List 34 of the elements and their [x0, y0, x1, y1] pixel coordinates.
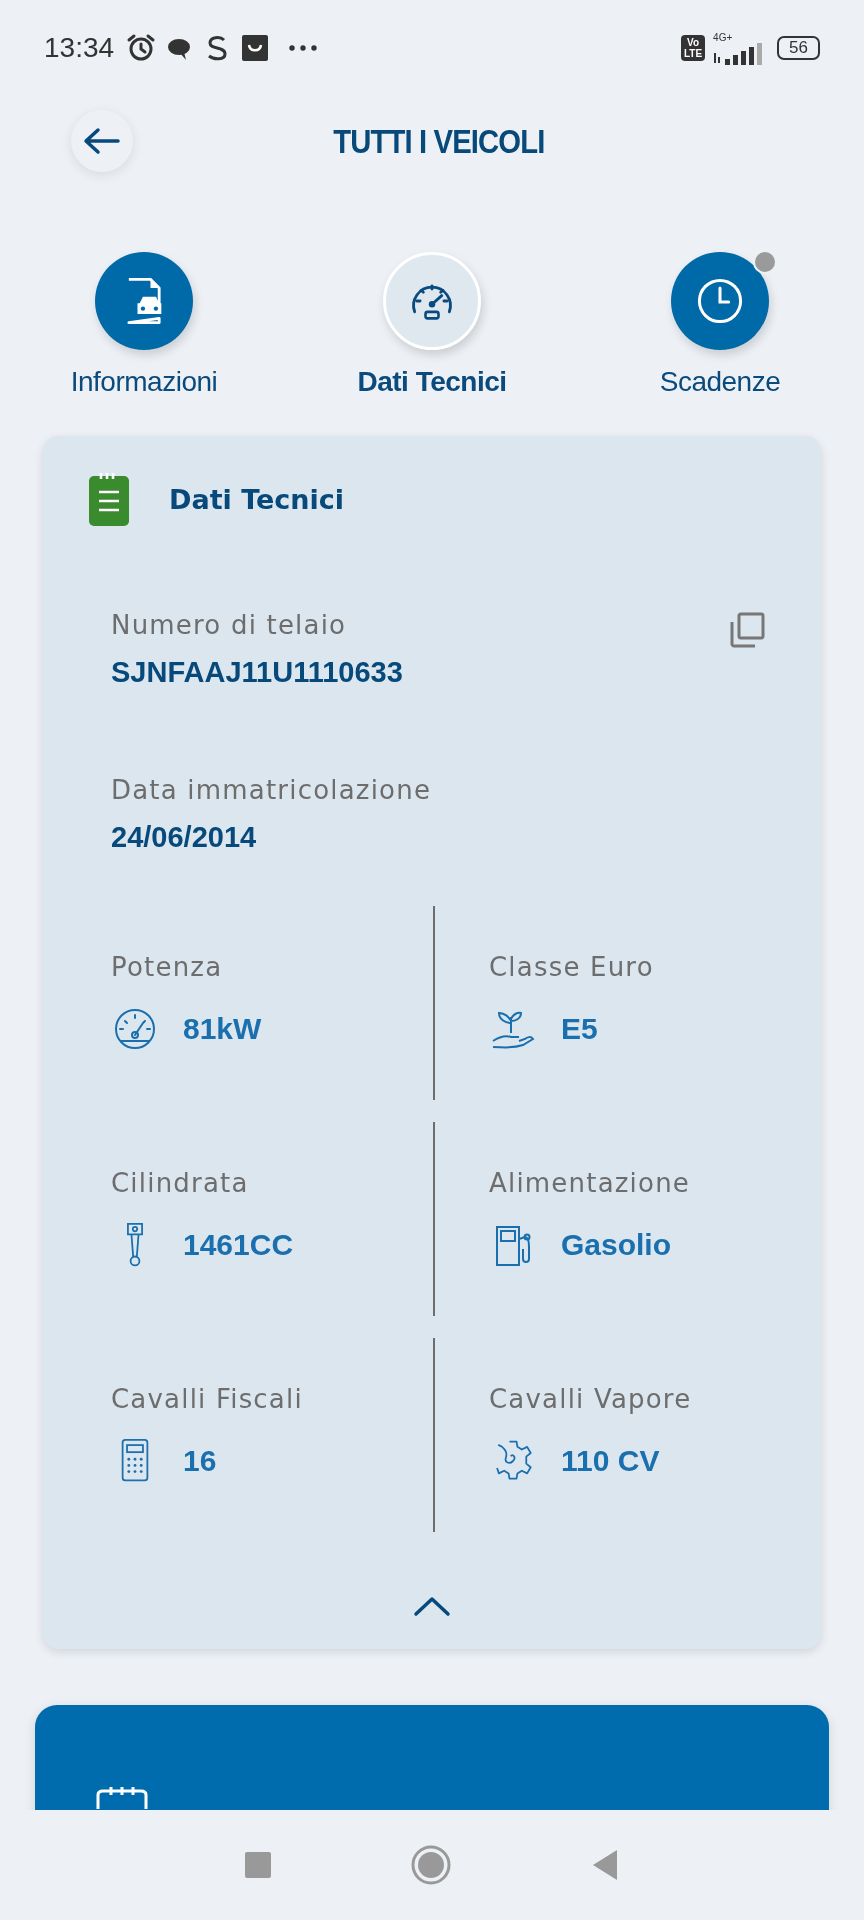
- field-label: Numero di telaio: [111, 610, 348, 640]
- spec-label: Classe Euro: [489, 952, 655, 982]
- spec-value: 1461CC: [183, 1228, 294, 1262]
- spec-value: 16: [183, 1444, 217, 1478]
- battery-level: 56: [777, 36, 820, 60]
- field-label: Data immatricolazione: [111, 775, 432, 805]
- back-arrow-icon: [82, 126, 122, 156]
- tab[interactable]: Dati Tecnici: [288, 252, 576, 432]
- status-time: 13:34: [44, 32, 115, 64]
- spec-value: Gasolio: [561, 1228, 672, 1262]
- calendar-icon: [95, 1787, 149, 1809]
- shopping-bag-icon: [240, 33, 271, 63]
- spec-value: 110 CV: [561, 1444, 660, 1478]
- volte-badge: Vo LTE: [680, 35, 706, 61]
- spec-value: E5: [561, 1012, 598, 1046]
- chevron-up-icon: [412, 1594, 452, 1618]
- tab[interactable]: Informazioni: [0, 252, 288, 432]
- field-value: 24/06/2014: [111, 821, 258, 854]
- spec-value: 81kW: [183, 1012, 262, 1046]
- page-title: TUTTI I VEICOLI: [333, 121, 545, 161]
- back-icon[interactable]: [591, 1849, 619, 1881]
- spec-label: Alimentazione: [489, 1168, 691, 1198]
- notepad-icon: [87, 472, 131, 526]
- alarm-icon: [126, 33, 157, 63]
- spec-label: Potenza: [111, 952, 224, 982]
- spec-label: Cilindrata: [111, 1168, 250, 1198]
- field-value: SJNFAAJ11U1110633: [111, 656, 403, 689]
- spec-label: Cavalli Fiscali: [111, 1384, 304, 1414]
- tab[interactable]: Scadenze: [576, 252, 864, 432]
- network-type: 4G+: [713, 31, 733, 43]
- home-icon[interactable]: [411, 1845, 451, 1885]
- more-icon: [288, 45, 319, 51]
- card-title: Dati Tecnici: [169, 483, 345, 515]
- spec-label: Cavalli Vapore: [489, 1384, 693, 1414]
